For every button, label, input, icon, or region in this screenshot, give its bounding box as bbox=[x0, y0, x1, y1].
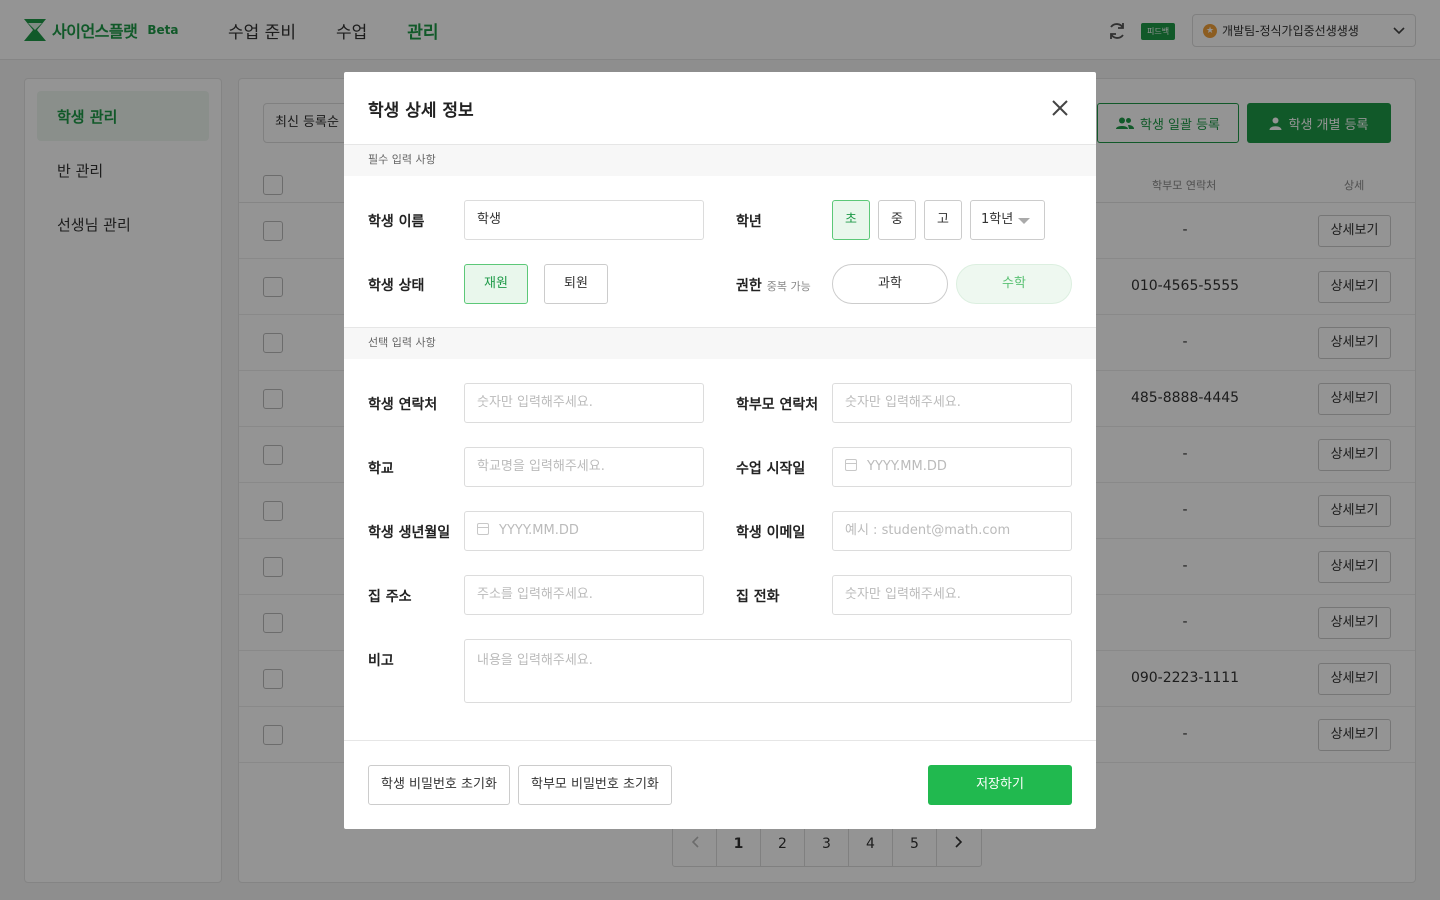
status-enrolled-button[interactable]: 재원 bbox=[464, 264, 528, 304]
address-input[interactable]: 주소를 입력해주세요. bbox=[464, 575, 704, 615]
birthday-date-input[interactable]: YYYY.MM.DD bbox=[464, 511, 704, 551]
grade-label: 학년 bbox=[736, 214, 762, 230]
school-input[interactable]: 학교명을 입력해주세요. bbox=[464, 447, 704, 487]
optional-section-header: 선택 입력 사항 bbox=[344, 327, 1096, 359]
permission-label-text: 권한 bbox=[736, 278, 762, 294]
reset-parent-password-button[interactable]: 학부모 비밀번호 초기화 bbox=[518, 765, 672, 805]
grade-year-select[interactable]: 1학년 bbox=[970, 200, 1045, 240]
memo-textarea[interactable]: 내용을 입력해주세요. bbox=[464, 639, 1072, 703]
permission-note: 중복 가능 bbox=[766, 280, 811, 293]
grade-year-value: 1학년 bbox=[981, 212, 1014, 227]
permission-science-toggle[interactable]: 과학 bbox=[832, 264, 948, 304]
permission-math-toggle[interactable]: 수학 bbox=[956, 264, 1072, 304]
memo-label: 비고 bbox=[368, 653, 394, 669]
school-label: 학교 bbox=[368, 461, 394, 477]
student-detail-modal: 학생 상세 정보 필수 입력 사항 학생 이름 학생 학년 초 중 고 1학년 … bbox=[344, 72, 1096, 829]
student-phone-input[interactable]: 숫자만 입력해주세요. bbox=[464, 383, 704, 423]
class-start-date-input[interactable]: YYYY.MM.DD bbox=[832, 447, 1072, 487]
birthday-label: 학생 생년월일 bbox=[368, 525, 451, 541]
student-phone-label: 학생 연락처 bbox=[368, 397, 438, 413]
grade-elementary-button[interactable]: 초 bbox=[832, 200, 870, 240]
home-phone-input[interactable]: 숫자만 입력해주세요. bbox=[832, 575, 1072, 615]
email-label: 학생 이메일 bbox=[736, 525, 806, 541]
modal-title: 학생 상세 정보 bbox=[368, 101, 474, 121]
address-label: 집 주소 bbox=[368, 589, 412, 605]
calendar-icon bbox=[477, 523, 489, 535]
home-phone-label: 집 전화 bbox=[736, 589, 780, 605]
student-name-input[interactable]: 학생 bbox=[464, 200, 704, 240]
email-input[interactable]: 예시 : student@math.com bbox=[832, 511, 1072, 551]
parent-phone-label: 학부모 연락처 bbox=[736, 397, 819, 413]
parent-phone-input[interactable]: 숫자만 입력해주세요. bbox=[832, 383, 1072, 423]
calendar-icon bbox=[845, 459, 857, 471]
student-name-label: 학생 이름 bbox=[368, 214, 425, 230]
student-status-label: 학생 상태 bbox=[368, 278, 425, 294]
birthday-placeholder: YYYY.MM.DD bbox=[499, 523, 579, 538]
grade-middle-button[interactable]: 중 bbox=[878, 200, 916, 240]
permission-label: 권한 중복 가능 bbox=[736, 275, 811, 295]
status-withdrawn-button[interactable]: 퇴원 bbox=[544, 264, 608, 304]
reset-student-password-button[interactable]: 학생 비밀번호 초기화 bbox=[368, 765, 510, 805]
close-icon[interactable] bbox=[1046, 96, 1074, 120]
caret-down-icon bbox=[1018, 218, 1030, 224]
class-start-label: 수업 시작일 bbox=[736, 461, 806, 477]
modal-footer-divider bbox=[344, 740, 1096, 741]
save-button[interactable]: 저장하기 bbox=[928, 765, 1072, 805]
grade-high-button[interactable]: 고 bbox=[924, 200, 962, 240]
required-section-header: 필수 입력 사항 bbox=[344, 144, 1096, 176]
class-start-placeholder: YYYY.MM.DD bbox=[867, 459, 947, 474]
